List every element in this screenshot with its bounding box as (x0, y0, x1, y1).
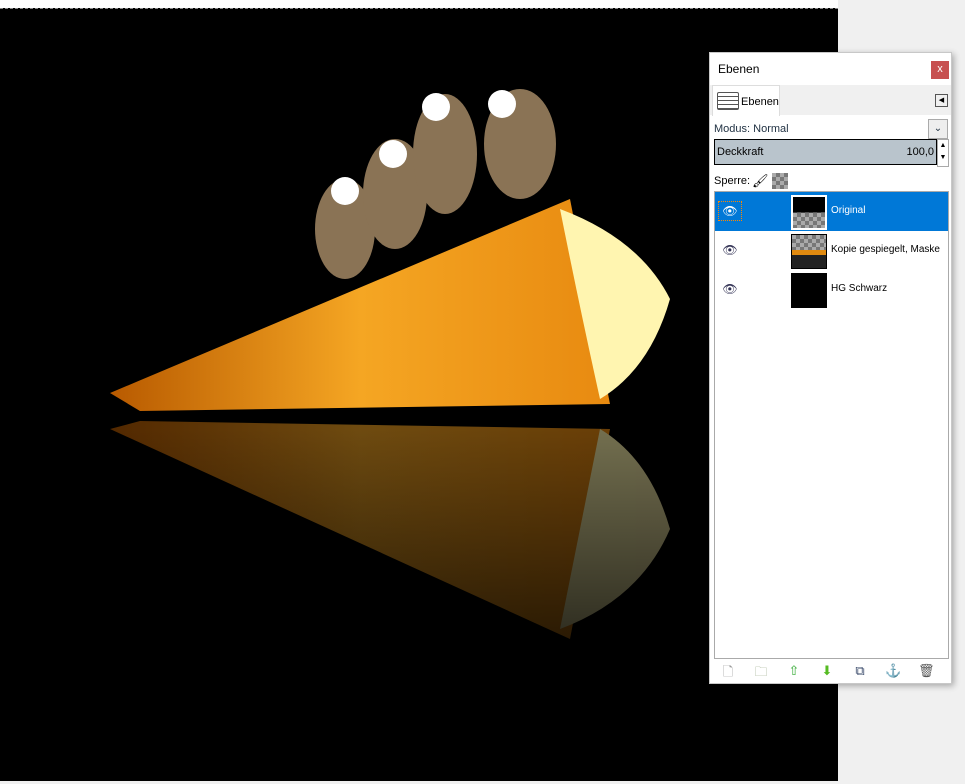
tab-layers[interactable]: Ebenen (712, 85, 780, 116)
layer-thumbnail (791, 234, 827, 269)
anchor-icon[interactable]: ⚓ (885, 663, 901, 679)
new-layer-icon[interactable]: 🗋 (720, 663, 736, 685)
eye-icon[interactable]: 👁 (719, 280, 741, 298)
layer-row-kopie[interactable]: 👁 Kopie gespiegelt, Maske (715, 231, 948, 270)
dialog-title: Ebenen (710, 53, 951, 85)
mode-select[interactable]: Modus: Normal ⌄ (714, 119, 949, 139)
layer-toolbar: 🗋 🗀 ⇧ ⬇ ⧉ ⚓ 🗑 (710, 659, 951, 683)
duplicate-layer-icon[interactable]: ⧉ (852, 663, 868, 679)
lower-layer-icon[interactable]: ⬇ (819, 663, 835, 679)
layers-icon (717, 92, 739, 110)
lock-alpha-checker-icon[interactable] (772, 173, 788, 189)
layer-thumbnail (791, 195, 827, 230)
mode-label: Modus: Normal (714, 123, 789, 135)
tab-bar: Ebenen ◀ (710, 85, 951, 116)
layer-thumbnail (791, 273, 827, 308)
opacity-spinner[interactable]: Deckkraft 100,0 ▲ ▼ (714, 139, 949, 167)
eye-icon[interactable]: 👁 (718, 201, 742, 221)
raise-layer-icon[interactable]: ⇧ (786, 663, 802, 679)
close-button[interactable]: x (931, 61, 949, 79)
layer-name[interactable]: Original (831, 205, 865, 216)
opacity-value: 100,0 (906, 146, 934, 158)
eye-icon[interactable]: 👁 (719, 241, 741, 259)
layer-row-original[interactable]: 👁 Original (715, 192, 948, 231)
new-layer-group-icon[interactable]: 🗀 (753, 663, 769, 685)
chevron-down-icon[interactable]: ⌄ (928, 119, 948, 139)
tab-label: Ebenen (741, 96, 779, 108)
layer-row-hg-schwarz[interactable]: 👁 HG Schwarz (715, 270, 948, 309)
lock-pixels-brush-icon[interactable]: 🖌 (752, 171, 769, 191)
layer-list: 👁 Original 👁 Kopie gespiegelt, Maske 👁 H… (714, 191, 949, 659)
tab-menu-button[interactable]: ◀ (935, 94, 948, 107)
layer-name[interactable]: HG Schwarz (831, 283, 887, 294)
opacity-bar[interactable]: Deckkraft 100,0 (714, 139, 937, 165)
layers-dialog: Ebenen x Ebenen ◀ Modus: Normal ⌄ Deckkra… (709, 52, 952, 684)
trash-icon[interactable]: 🗑 (918, 663, 935, 679)
canvas-ruler-strip (0, 0, 838, 8)
opacity-label: Deckkraft (717, 146, 764, 158)
layer-name[interactable]: Kopie gespiegelt, Maske (831, 244, 940, 255)
lock-label: Sperre: (714, 175, 751, 187)
lock-row: Sperre: 🖌 (714, 171, 949, 191)
spin-arrows[interactable]: ▲ ▼ (937, 139, 949, 167)
